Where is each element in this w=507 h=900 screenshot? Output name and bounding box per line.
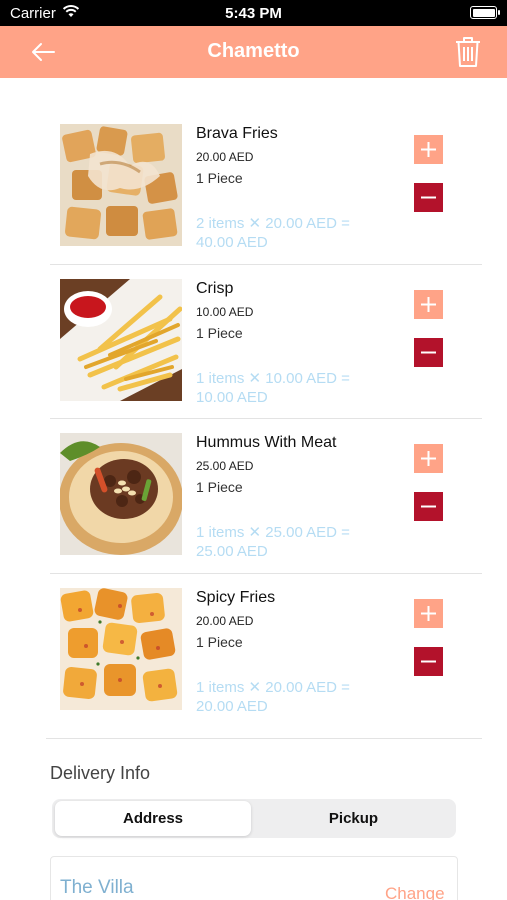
item-name: Crisp <box>196 279 234 297</box>
trash-icon[interactable] <box>454 35 482 69</box>
cart-list: Brava Fries 20.00 AED 1 Piece 2 items ✕ … <box>0 110 507 728</box>
item-image-spicy-fries <box>60 587 182 710</box>
cart-item: Brava Fries 20.00 AED 1 Piece 2 items ✕ … <box>0 110 507 265</box>
item-quantity: 1 Piece <box>196 479 243 495</box>
section-divider <box>46 738 482 739</box>
minus-icon <box>421 505 436 508</box>
decrease-quantity-button[interactable] <box>414 183 443 212</box>
decrease-quantity-button[interactable] <box>414 492 443 521</box>
increase-quantity-button[interactable] <box>414 444 443 473</box>
item-price: 20.00 AED <box>196 613 254 628</box>
cart-item: Spicy Fries 20.00 AED 1 Piece 1 items ✕ … <box>0 574 507 729</box>
item-name: Brava Fries <box>196 125 278 142</box>
item-total: 1 items ✕ 10.00 AED = 10.00 AED <box>196 369 350 406</box>
battery-icon <box>470 6 500 19</box>
item-image-crisp <box>60 278 182 401</box>
plus-icon <box>421 451 436 466</box>
item-image-hummus-with-meat <box>60 433 182 555</box>
nav-bar: Chametto <box>0 26 507 78</box>
cart-item: Crisp 10.00 AED 1 Piece 1 items ✕ 10.00 … <box>0 265 507 419</box>
delivery-mode-segmented-control: Address Pickup <box>52 799 456 838</box>
plus-icon <box>421 605 436 621</box>
item-total: 1 items ✕ 25.00 AED = 25.00 AED <box>196 524 350 560</box>
item-quantity: 1 Piece <box>196 170 243 186</box>
item-total: 1 items ✕ 20.00 AED = 20.00 AED <box>196 678 350 715</box>
minus-icon <box>421 351 436 353</box>
item-total: 2 items ✕ 20.00 AED = 40.00 AED <box>196 215 350 251</box>
plus-icon <box>421 296 436 312</box>
delivery-info-heading: Delivery Info <box>50 763 151 783</box>
plus-icon <box>421 142 436 157</box>
item-quantity: 1 Piece <box>196 633 243 650</box>
address-card[interactable]: The Villa Change <box>50 856 458 900</box>
item-name: Spicy Fries <box>196 588 276 606</box>
cart-item: Hummus With Meat 25.00 AED 1 Piece 1 ite… <box>0 419 507 574</box>
status-bar: Carrier 5:43 PM <box>0 0 507 26</box>
tab-address[interactable]: Address <box>55 801 251 836</box>
increase-quantity-button[interactable] <box>414 289 443 319</box>
tab-pickup[interactable]: Pickup <box>254 801 453 836</box>
item-price: 25.00 AED <box>196 459 254 473</box>
item-price: 20.00 AED <box>196 150 254 164</box>
increase-quantity-button[interactable] <box>414 135 443 164</box>
decrease-quantity-button[interactable] <box>414 646 443 676</box>
item-price: 10.00 AED <box>196 304 254 319</box>
clock: 5:43 PM <box>225 5 282 22</box>
item-name: Hummus With Meat <box>196 434 337 451</box>
minus-icon <box>421 660 436 662</box>
page-title: Chametto <box>207 40 300 62</box>
decrease-quantity-button[interactable] <box>414 337 443 367</box>
item-image-brava-fries <box>60 124 182 246</box>
change-address-link[interactable]: Change <box>385 884 445 900</box>
item-quantity: 1 Piece <box>196 324 243 341</box>
minus-icon <box>421 196 436 199</box>
increase-quantity-button[interactable] <box>414 598 443 628</box>
address-name: The Villa <box>60 877 134 898</box>
